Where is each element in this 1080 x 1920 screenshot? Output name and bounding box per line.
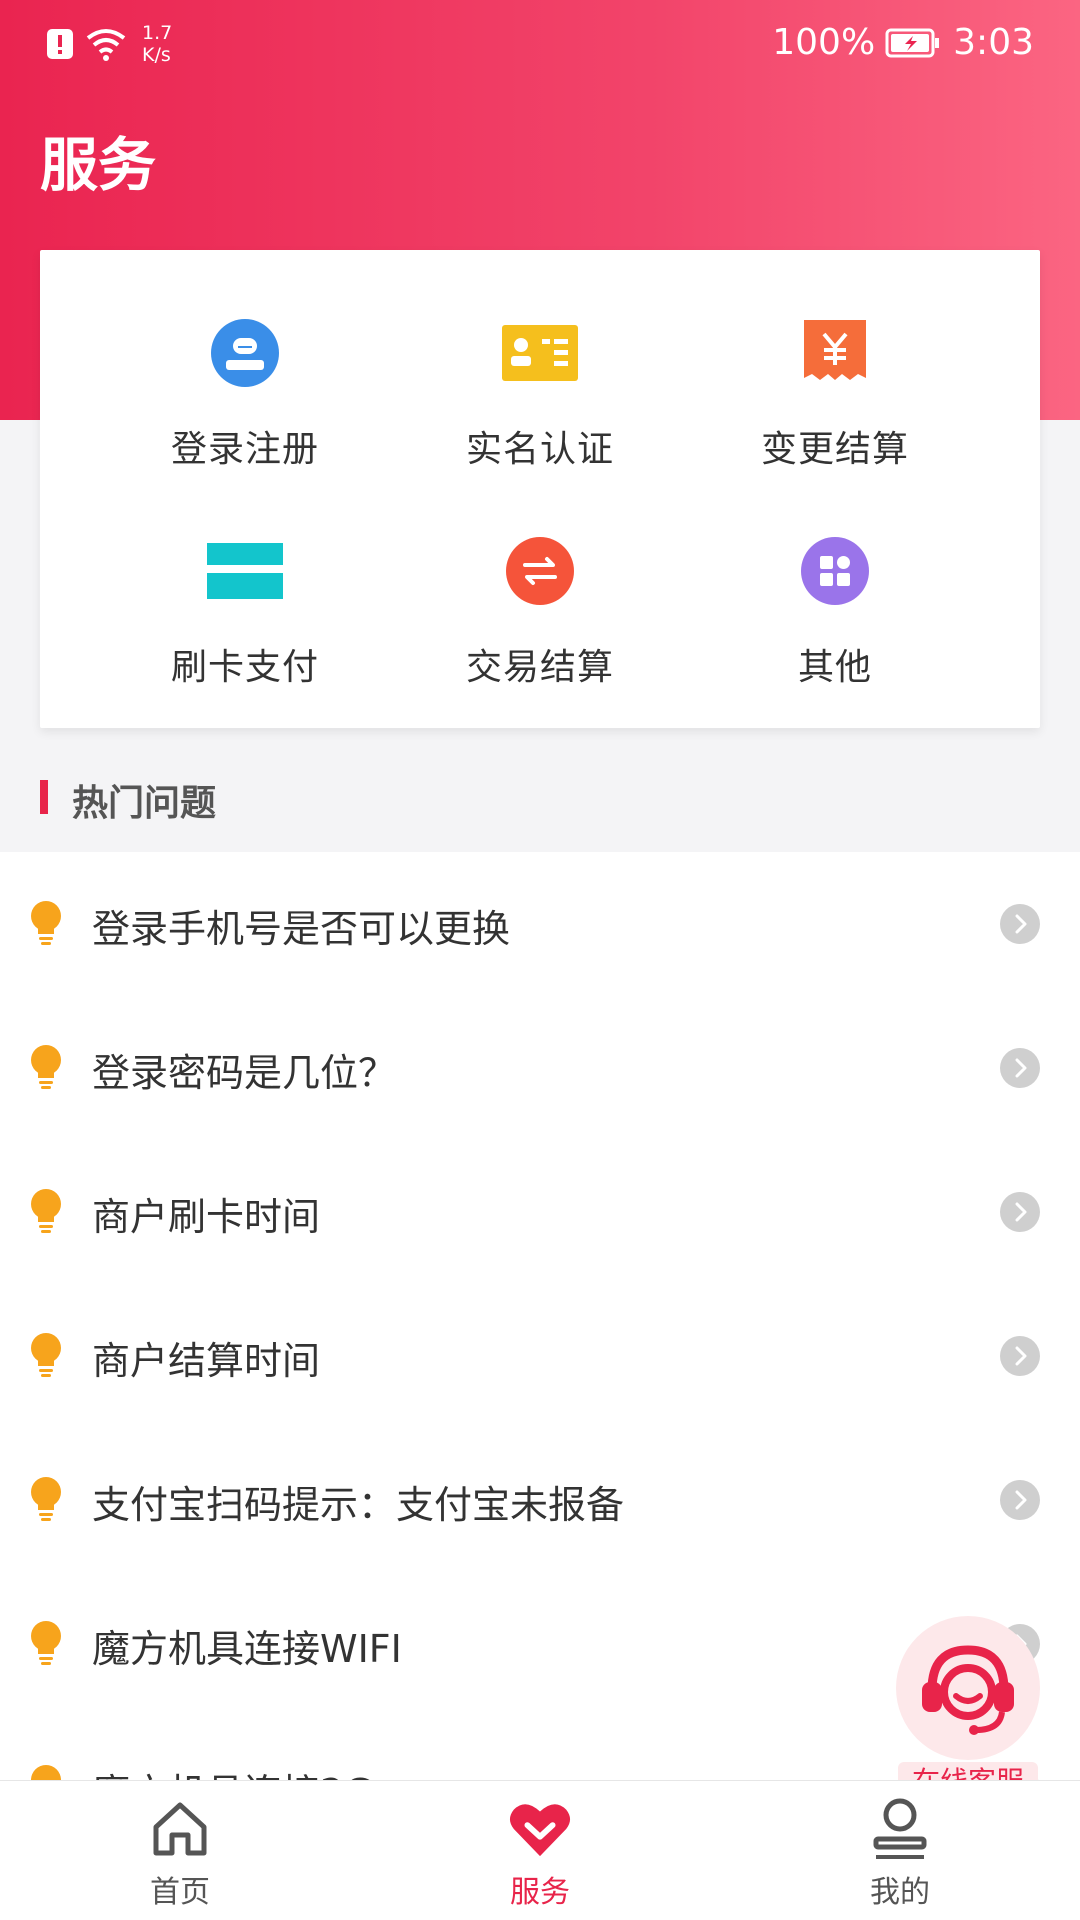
battery-charging-icon xyxy=(885,28,940,57)
customer-service-button[interactable] xyxy=(896,1616,1040,1760)
lightbulb-icon xyxy=(31,1621,61,1665)
battery-percent: 100% xyxy=(772,22,876,63)
service-change-settlement[interactable]: 变更结算 xyxy=(688,308,982,488)
exchange-icon xyxy=(495,526,585,616)
service-card-payment[interactable]: 刷卡支付 xyxy=(98,526,392,706)
service-login-register[interactable]: 登录注册 xyxy=(98,308,392,488)
lightbulb-icon xyxy=(31,901,61,945)
chevron-right-icon xyxy=(1000,1192,1040,1232)
tab-label: 服务 xyxy=(510,1875,570,1910)
status-bar: 1.7 K/s 100% 3:03 xyxy=(0,0,1080,88)
services-card: 登录注册 实名认证 变更结算 刷卡支付 交易结算 其他 xyxy=(40,250,1040,728)
service-label: 刷卡支付 xyxy=(170,647,319,688)
home-icon xyxy=(148,1797,212,1861)
faq-question: 支付宝扫码提示：支付宝未报备 xyxy=(92,1483,625,1527)
faq-question: 商户结算时间 xyxy=(92,1339,321,1383)
service-label: 实名认证 xyxy=(465,429,614,470)
faq-question: 登录密码是几位？ xyxy=(92,1051,397,1095)
net-speed: 1.7 K/s xyxy=(142,22,172,66)
status-right: 100% 3:03 xyxy=(772,22,1034,63)
id-card-icon xyxy=(495,308,585,398)
wifi-icon xyxy=(86,29,126,61)
chevron-right-icon xyxy=(1000,1048,1040,1088)
yen-ticket-icon xyxy=(790,308,880,398)
service-label: 其他 xyxy=(797,647,872,688)
service-label: 变更结算 xyxy=(760,429,909,470)
page-title: 服务 xyxy=(40,131,157,199)
chevron-right-icon xyxy=(1000,1480,1040,1520)
tab-mine[interactable]: 我的 xyxy=(800,1781,1000,1920)
service-real-name-auth[interactable]: 实名认证 xyxy=(393,308,687,488)
section-title: 热门问题 xyxy=(72,783,217,824)
faq-question: 登录手机号是否可以更换 xyxy=(92,907,511,951)
faq-item[interactable]: 商户结算时间 xyxy=(0,1284,1080,1428)
lightbulb-icon xyxy=(31,1045,61,1089)
faq-question: 魔方机具连接WIFI xyxy=(92,1627,402,1671)
bottom-tab-bar: 首页 服务 我的 xyxy=(0,1780,1080,1920)
faq-item[interactable]: 登录手机号是否可以更换 xyxy=(0,852,1080,996)
chevron-right-icon xyxy=(1000,904,1040,944)
tab-home[interactable]: 首页 xyxy=(80,1781,280,1920)
tab-label: 首页 xyxy=(150,1875,210,1910)
faq-item[interactable]: 登录密码是几位？ xyxy=(0,996,1080,1140)
user-circle-icon xyxy=(200,308,290,398)
service-label: 登录注册 xyxy=(170,429,319,470)
clock: 3:03 xyxy=(953,22,1034,63)
bank-card-icon xyxy=(200,526,290,616)
user-icon xyxy=(868,1797,932,1861)
lightbulb-icon xyxy=(31,1477,61,1521)
heart-icon xyxy=(508,1797,572,1861)
net-speed-value: 1.7 xyxy=(142,22,173,44)
grid-icon xyxy=(790,526,880,616)
lightbulb-icon xyxy=(31,1189,61,1233)
hot-questions-header: 热门问题 xyxy=(0,740,1080,852)
section-accent-bar xyxy=(40,780,48,814)
chevron-right-icon xyxy=(1000,1336,1040,1376)
service-transaction-settlement[interactable]: 交易结算 xyxy=(393,526,687,706)
alert-icon xyxy=(47,29,73,59)
faq-item[interactable]: 商户刷卡时间 xyxy=(0,1140,1080,1284)
lightbulb-icon xyxy=(31,1333,61,1377)
service-other[interactable]: 其他 xyxy=(688,526,982,706)
net-speed-unit: K/s xyxy=(142,44,171,66)
status-left: 1.7 K/s xyxy=(46,22,172,66)
tab-label: 我的 xyxy=(870,1875,930,1910)
faq-question: 魔方机具连接2G xyxy=(92,1762,374,1782)
tab-services[interactable]: 服务 xyxy=(440,1781,640,1920)
headset-icon xyxy=(922,1645,1014,1735)
service-label: 交易结算 xyxy=(465,647,614,688)
faq-item[interactable]: 支付宝扫码提示：支付宝未报备 xyxy=(0,1428,1080,1572)
faq-question: 商户刷卡时间 xyxy=(92,1195,321,1239)
